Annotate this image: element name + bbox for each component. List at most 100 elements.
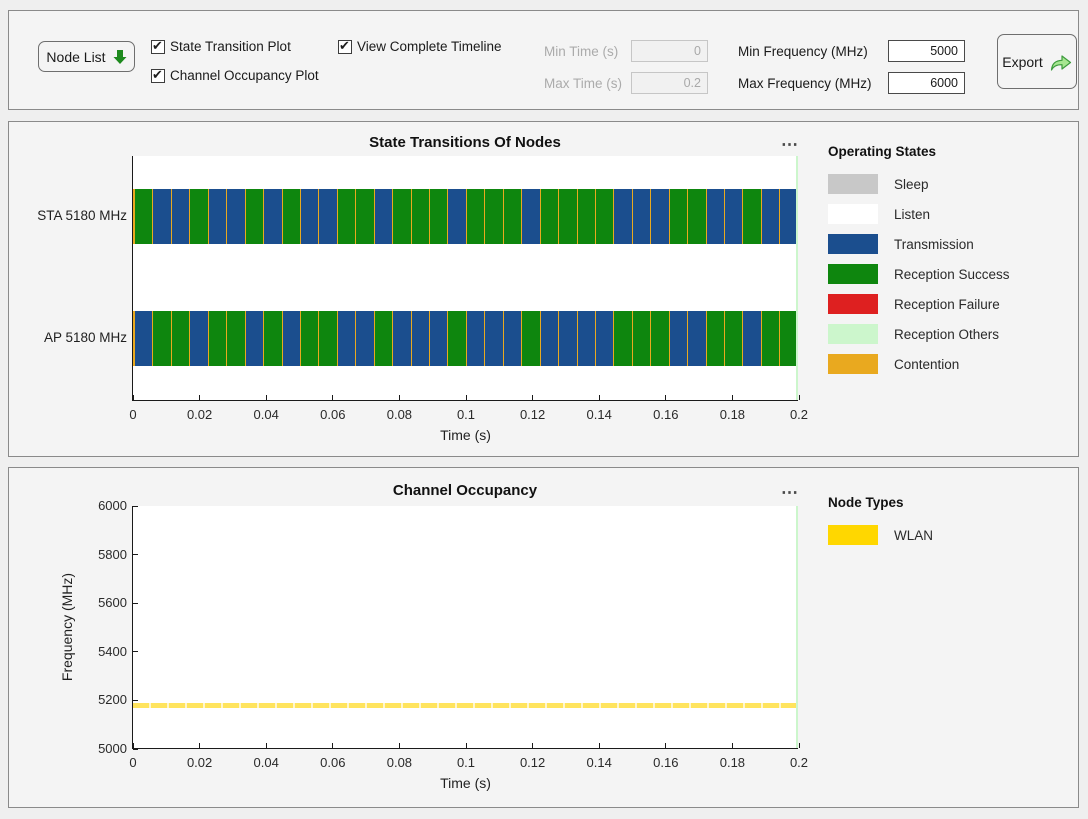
legend-item: WLAN: [828, 520, 933, 550]
occupancy-y-axis-label: Frequency (MHz): [59, 573, 75, 681]
node-row-label: AP 5180 MHz: [15, 330, 127, 345]
x-tick-mark: [532, 395, 533, 400]
x-tick-mark: [799, 743, 800, 748]
legend-label: Reception Others: [894, 327, 999, 342]
x-tick-mark: [665, 395, 666, 400]
x-tick-mark: [599, 395, 600, 400]
y-tick-mark: [133, 554, 138, 555]
x-tick-mark: [332, 395, 333, 400]
x-tick-mark: [399, 395, 400, 400]
x-tick-label: 0.04: [244, 755, 288, 770]
legend-items: SleepListenTransmissionReception Success…: [828, 169, 1010, 379]
state-segment: [190, 311, 207, 366]
legend-title: Operating States: [828, 144, 1010, 159]
state-segment: [707, 311, 724, 366]
x-tick-label: 0.18: [710, 755, 754, 770]
state-chart-title: State Transitions Of Nodes: [132, 134, 798, 151]
legend-item: Contention: [828, 349, 1010, 379]
state-segment: [209, 311, 226, 366]
x-tick-mark: [399, 743, 400, 748]
legend-label: Reception Success: [894, 267, 1010, 282]
timeline-end-marker: [796, 156, 798, 400]
x-tick-mark: [466, 395, 467, 400]
checkbox-label: State Transition Plot: [170, 39, 291, 54]
x-tick-label: 0.1: [444, 755, 488, 770]
min-frequency-label: Min Frequency (MHz): [738, 44, 868, 59]
legend-swatch: [828, 234, 878, 254]
checkbox-state-transition-plot[interactable]: State Transition Plot: [151, 39, 291, 54]
max-time-input: [631, 72, 708, 94]
state-segment: [743, 189, 760, 244]
node-list-button[interactable]: Node List: [38, 41, 135, 72]
legend-item: Transmission: [828, 229, 1010, 259]
x-tick-label: 0: [111, 755, 155, 770]
x-tick-mark: [466, 743, 467, 748]
state-segment: [614, 311, 631, 366]
x-axis-label: Time (s): [133, 775, 798, 791]
state-chart-plot-area: STA 5180 MHzAP 5180 MHz00.020.040.060.08…: [132, 156, 798, 401]
min-time-input: [631, 40, 708, 62]
state-segment: [319, 189, 336, 244]
state-segment: [153, 189, 170, 244]
x-tick-label: 0.04: [244, 407, 288, 422]
state-segment: [541, 311, 558, 366]
state-segment: [375, 189, 392, 244]
x-tick-label: 0.08: [377, 755, 421, 770]
state-segment: [430, 189, 447, 244]
checkbox-icon: [338, 40, 352, 54]
x-tick-mark: [133, 743, 134, 748]
wlan-occupancy-band: [133, 703, 798, 708]
dropdown-arrow-icon: [113, 49, 127, 65]
state-timeline-bar: [133, 311, 798, 366]
state-segment: [762, 189, 779, 244]
export-label: Export: [1002, 54, 1042, 70]
x-tick-label: 0.2: [777, 755, 821, 770]
export-button[interactable]: Export: [997, 34, 1077, 89]
legend-item: Reception Failure: [828, 289, 1010, 319]
min-frequency-input[interactable]: [888, 40, 965, 62]
state-segment: [688, 189, 705, 244]
state-segment: [301, 311, 318, 366]
legend-item: Reception Success: [828, 259, 1010, 289]
state-segment: [338, 189, 355, 244]
checkbox-icon: [151, 69, 165, 83]
x-tick-label: 0: [111, 407, 155, 422]
state-segment: [467, 189, 484, 244]
x-tick-label: 0.16: [644, 755, 688, 770]
state-chart-options-menu-button[interactable]: ⋯: [775, 135, 805, 155]
x-tick-label: 0.14: [577, 407, 621, 422]
legend-label: Contention: [894, 357, 959, 372]
state-segment: [135, 189, 152, 244]
checkbox-channel-occupancy-plot[interactable]: Channel Occupancy Plot: [151, 68, 319, 83]
y-tick-label: 5400: [81, 644, 127, 659]
x-tick-label: 0.12: [511, 407, 555, 422]
state-segment: [504, 311, 521, 366]
checkbox-view-complete-timeline[interactable]: View Complete Timeline: [338, 39, 502, 54]
max-frequency-input[interactable]: [888, 72, 965, 94]
state-segment: [283, 311, 300, 366]
legend-label: WLAN: [894, 528, 933, 543]
x-tick-mark: [599, 743, 600, 748]
occupancy-chart-options-menu-button[interactable]: ⋯: [775, 483, 805, 503]
state-segment: [209, 189, 226, 244]
x-tick-mark: [732, 395, 733, 400]
state-segment: [725, 311, 742, 366]
checkbox-label: Channel Occupancy Plot: [170, 68, 319, 83]
y-tick-mark: [133, 603, 138, 604]
state-segment: [412, 189, 429, 244]
state-segment: [153, 311, 170, 366]
state-segment: [375, 311, 392, 366]
state-segment: [578, 189, 595, 244]
y-tick-label: 5600: [81, 595, 127, 610]
state-segment: [596, 311, 613, 366]
state-segment: [264, 189, 281, 244]
x-tick-label: 0.06: [311, 407, 355, 422]
legend-swatch: [828, 324, 878, 344]
state-segment: [264, 311, 281, 366]
state-segment: [319, 311, 336, 366]
x-tick-label: 0.2: [777, 407, 821, 422]
legend-swatch: [828, 204, 878, 224]
state-segment: [393, 189, 410, 244]
occupancy-chart-legend: Node Types WLAN: [828, 495, 933, 550]
x-axis-label: Time (s): [133, 427, 798, 443]
